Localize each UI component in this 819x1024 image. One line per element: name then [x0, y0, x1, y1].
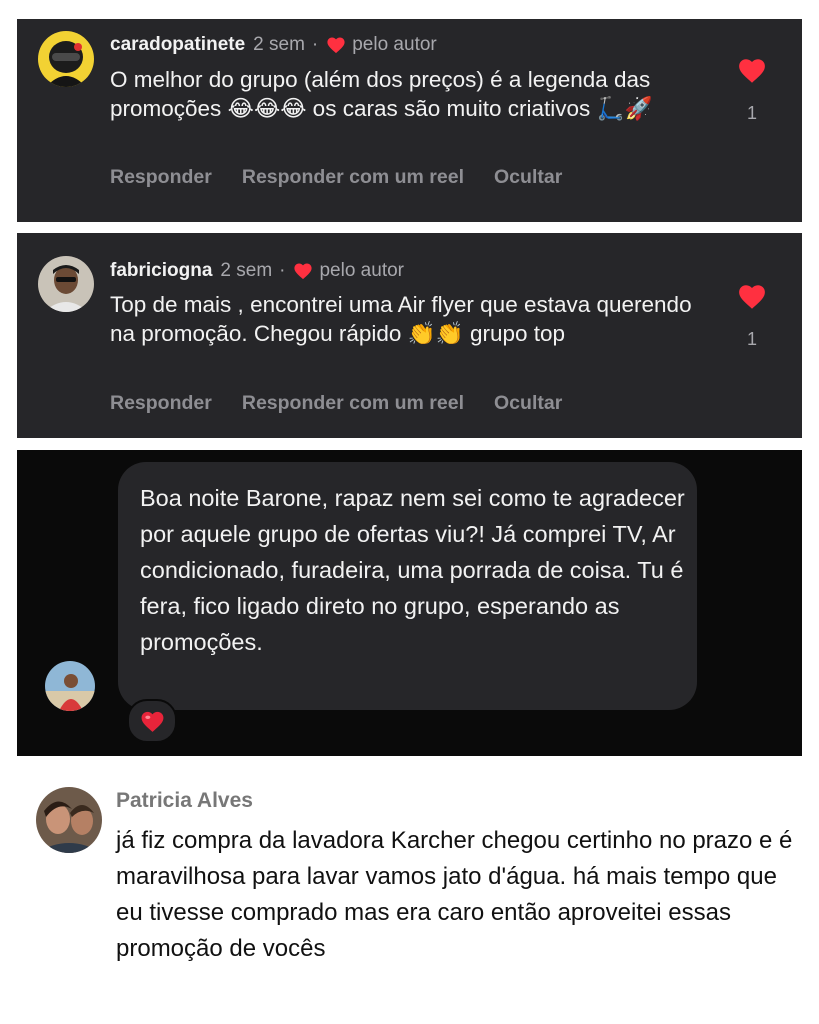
username[interactable]: caradopatinete: [110, 34, 245, 56]
comment-text: já fiz compra da lavadora Karcher chegou…: [116, 827, 793, 962]
meta-separator: ·: [311, 34, 319, 55]
reply-button[interactable]: Responder: [110, 166, 212, 189]
reply-with-reel-button[interactable]: Responder com um reel: [242, 392, 464, 415]
message-text: Boa noite Barone, rapaz nem sei como te …: [140, 485, 685, 655]
comment-card-1: caradopatinete 2 sem · pelo autor O melh…: [17, 19, 802, 222]
reply-button[interactable]: Responder: [110, 392, 212, 415]
heart-reaction[interactable]: [127, 699, 177, 743]
hide-button[interactable]: Ocultar: [494, 166, 562, 189]
comment-text: O melhor do grupo (além dos preços) é a …: [110, 67, 653, 121]
username[interactable]: fabriciogna: [110, 260, 212, 282]
comment-actions: Responder Responder com um reel Ocultar: [110, 166, 592, 189]
sender-avatar[interactable]: [45, 661, 95, 711]
facebook-comment: Patricia Alves já fiz compra da lavadora…: [0, 760, 819, 1024]
reply-with-reel-button[interactable]: Responder com um reel: [242, 166, 464, 189]
like-count: 1: [746, 103, 757, 123]
heart-icon: [739, 59, 765, 83]
heart-icon: [739, 285, 765, 309]
like-button[interactable]: 1: [736, 283, 768, 350]
comment-text: Top de mais , encontrei uma Air flyer qu…: [110, 292, 692, 346]
comment-time: 2 sem: [220, 260, 273, 281]
heart-icon: [327, 37, 345, 54]
liked-by-author: pelo autor: [352, 34, 437, 55]
comment-card-2: fabriciogna 2 sem · pelo autor Top de ma…: [17, 233, 802, 438]
comment-meta: fabriciogna 2 sem · pelo autor: [110, 260, 404, 282]
like-button[interactable]: 1: [736, 57, 768, 124]
avatar-caradopatinete[interactable]: [38, 31, 94, 87]
avatar-fabriciogna[interactable]: [38, 256, 94, 312]
liked-by-author: pelo autor: [319, 260, 404, 281]
avatar-patricia-alves[interactable]: [36, 787, 102, 853]
direct-message-panel: Boa noite Barone, rapaz nem sei como te …: [17, 450, 802, 756]
comment-actions: Responder Responder com um reel Ocultar: [110, 392, 592, 415]
message-bubble[interactable]: Boa noite Barone, rapaz nem sei como te …: [118, 462, 697, 710]
comment-meta: caradopatinete 2 sem · pelo autor: [110, 34, 437, 56]
heart-icon: [294, 263, 313, 280]
like-count: 1: [746, 329, 757, 349]
comment-time: 2 sem: [253, 34, 305, 55]
meta-separator: ·: [279, 260, 286, 281]
hide-button[interactable]: Ocultar: [494, 392, 562, 415]
heart-icon: [141, 711, 163, 732]
commenter-name[interactable]: Patricia Alves: [116, 789, 253, 813]
